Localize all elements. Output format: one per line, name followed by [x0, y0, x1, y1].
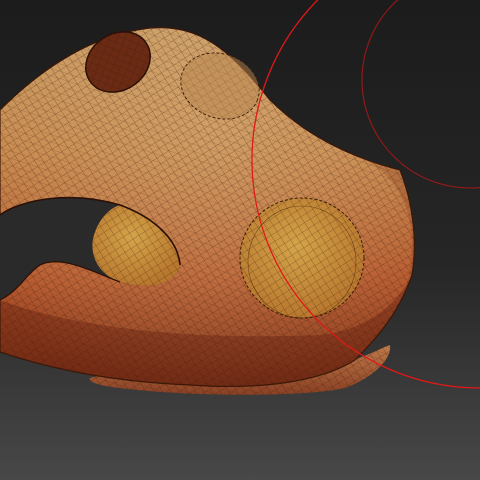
sculpt-viewport[interactable] [0, 0, 480, 480]
viewport-canvas[interactable] [0, 0, 480, 480]
